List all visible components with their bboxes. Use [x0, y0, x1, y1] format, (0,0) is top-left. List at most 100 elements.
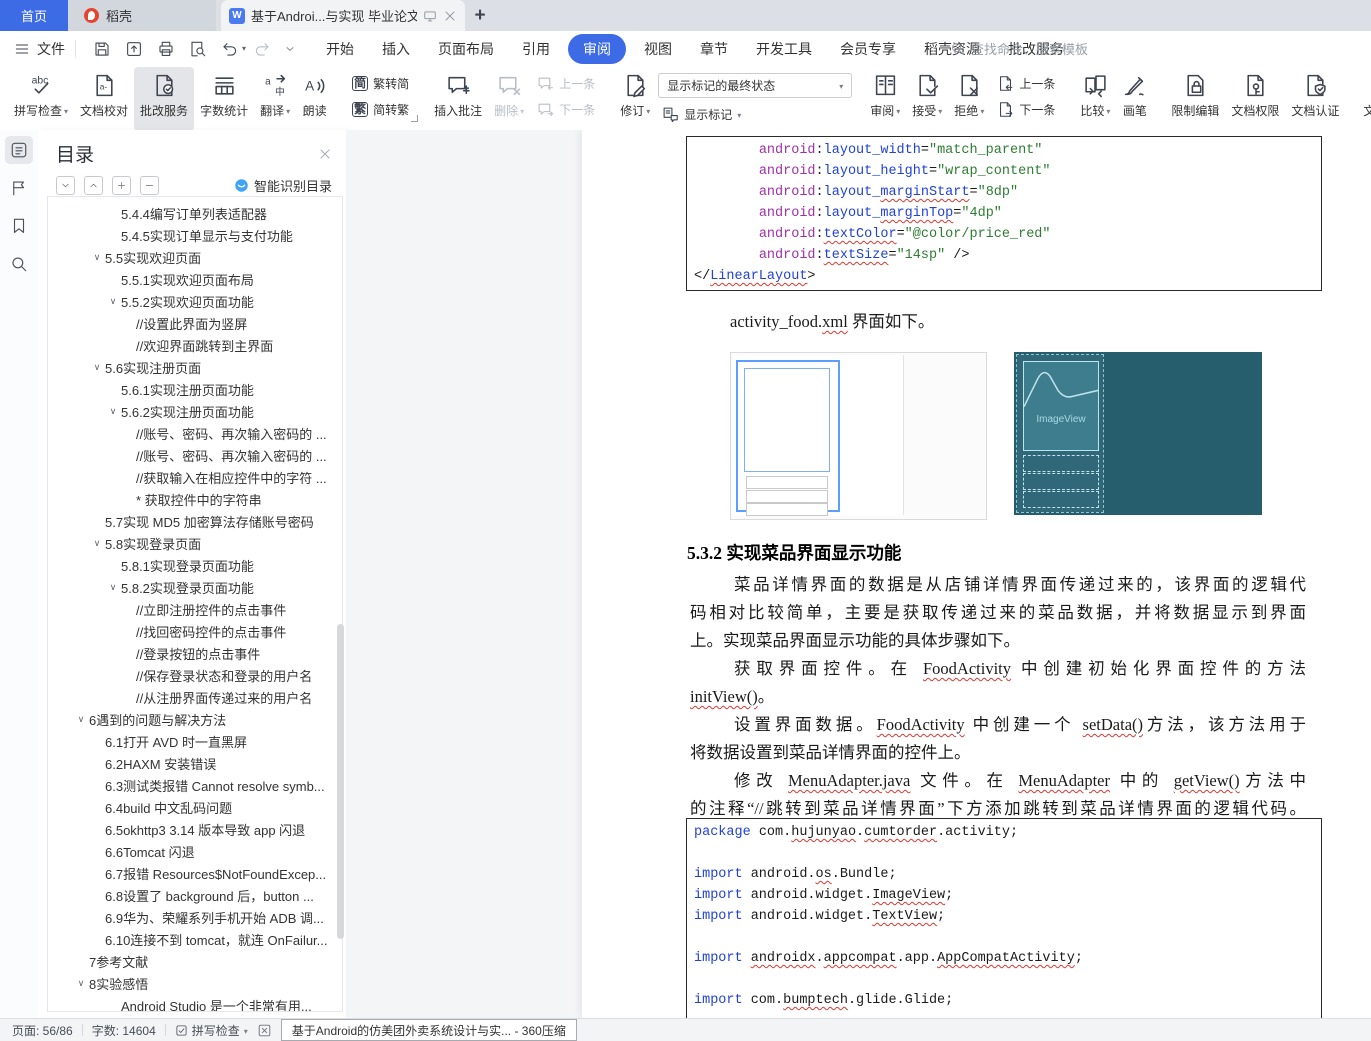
toc-item[interactable]: 6.8设置了 background 后，button ... [48, 884, 342, 906]
new-tab-button[interactable]: + [465, 0, 495, 31]
chevron-down-icon[interactable]: ∨ [89, 538, 105, 549]
print-preview-icon[interactable] [189, 40, 207, 58]
chevron-down-icon[interactable]: ∨ [105, 582, 121, 593]
menu-section[interactable]: 章节 [686, 35, 742, 63]
doc-permission-button[interactable]: 文档权限 [1225, 67, 1285, 131]
toc-item[interactable]: ∨ 8实验感悟 [48, 972, 342, 994]
toc-item[interactable]: //账号、密码、再次输入密码的 ... [48, 444, 342, 466]
toc-item[interactable]: //设置此界面为竖屏 [48, 312, 342, 334]
word-count-indicator[interactable]: 字数: 14604 [92, 1022, 156, 1039]
restrict-edit-button[interactable]: 限制编辑 [1165, 67, 1225, 131]
toc-item[interactable]: //立即注册控件的点击事件 [48, 598, 342, 620]
tab-docer[interactable]: 稻壳 [68, 0, 216, 31]
trad-to-simp-button[interactable]: 简 繁转简 [348, 71, 413, 96]
toc-item[interactable]: * 获取控件中的字符串 [48, 488, 342, 510]
undo-icon[interactable] [221, 40, 239, 58]
toc-item[interactable]: 5.4.5实现订单显示与支付功能 [48, 224, 342, 246]
tab-document[interactable]: W 基于Androi...与实现 毕业论文 [221, 0, 465, 31]
expand-all-button[interactable] [112, 176, 131, 195]
toc-item[interactable]: 6.9华为、荣耀系列手机开始 ADB 调... [48, 906, 342, 928]
toc-item[interactable]: ∨ 6遇到的问题与解决方法 [48, 708, 342, 730]
export-icon[interactable] [125, 40, 143, 58]
chevron-down-icon[interactable]: ∨ [73, 978, 89, 989]
tab-home[interactable]: 首页 [0, 0, 68, 31]
toc-item[interactable]: //登录按钮的点击事件 [48, 642, 342, 664]
close-icon[interactable] [318, 147, 332, 161]
menu-view[interactable]: 视图 [630, 35, 686, 63]
ink-brush-button[interactable]: 画笔 [1116, 67, 1153, 131]
chevron-down-icon[interactable]: ∨ [105, 406, 121, 417]
show-markup-button[interactable]: 显示标记 ▾ [658, 102, 852, 127]
next-change-button[interactable]: 下一条 [993, 97, 1059, 122]
menu-review-active[interactable]: 审阅 [568, 33, 627, 64]
menu-start[interactable]: 开始 [312, 35, 368, 63]
toc-item[interactable]: //从注册界面传递过来的用户名 [48, 686, 342, 708]
toc-item[interactable]: //账号、密码、再次输入密码的 ... [48, 422, 342, 444]
translate-button[interactable]: a中 翻译 ▾ [254, 67, 296, 131]
menu-dev-tools[interactable]: 开发工具 [742, 35, 826, 63]
collapse-toolbar-icon[interactable] [284, 43, 296, 55]
spell-check-toggle[interactable]: 拼写检查 ▾ [175, 1022, 248, 1039]
markup-state-dropdown[interactable]: 显示标记的最终状态 ▾ [658, 73, 853, 98]
delete-comment-button[interactable]: 删除 ▾ [488, 67, 530, 131]
collapse-all-button[interactable] [140, 176, 159, 195]
read-aloud-button[interactable]: A 朗读 [296, 67, 333, 131]
chevron-down-icon[interactable]: ∨ [89, 252, 105, 263]
chevron-down-icon[interactable]: ∨ [73, 714, 89, 725]
undo-caret[interactable]: ▾ [242, 44, 246, 53]
accept-button[interactable]: 接受 ▾ [906, 67, 948, 131]
toc-item[interactable]: ∨ 5.6实现注册页面 [48, 356, 342, 378]
smart-toc-button[interactable]: 智能识别目录 [234, 176, 332, 195]
track-changes-button[interactable]: 修订 ▾ [614, 67, 656, 131]
menu-member[interactable]: 会员专享 [826, 35, 910, 63]
toc-item[interactable]: 5.8.1实现登录页面功能 [48, 554, 342, 576]
insert-comment-button[interactable]: 插入批注 [428, 67, 488, 131]
toc-item[interactable]: 6.6Tomcat 闪退 [48, 840, 342, 862]
prev-change-button[interactable]: 上一条 [993, 71, 1059, 96]
spell-check-button[interactable]: abc 拼写检查 ▾ [8, 67, 74, 131]
proofread-button[interactable]: a- 文档校对 [74, 67, 134, 131]
toc-item[interactable]: 6.1打开 AVD 时一直黑屏 [48, 730, 342, 752]
toc-item[interactable]: 6.2HAXM 安装错误 [48, 752, 342, 774]
bookmark-panel-button[interactable] [5, 212, 33, 240]
toc-item[interactable]: //欢迎界面跳转到主界面 [48, 334, 342, 356]
print-icon[interactable] [157, 40, 175, 58]
toc-item[interactable]: ∨ 5.8实现登录页面 [48, 532, 342, 554]
review-pane-button[interactable]: 审阅 ▾ [864, 67, 906, 131]
toc-item[interactable]: //找回密码控件的点击事件 [48, 620, 342, 642]
next-comment-button[interactable]: 下一条 [533, 97, 599, 122]
toc-item[interactable]: 5.7实现 MD5 加密算法存储账号密码 [48, 510, 342, 532]
toc-item[interactable]: Android Studio 是一个非常有用... [48, 994, 342, 1012]
chevron-down-icon[interactable]: ∨ [105, 296, 121, 307]
reject-button[interactable]: 拒绝 ▾ [948, 67, 990, 131]
file-menu[interactable]: 文件 [14, 39, 65, 59]
save-icon[interactable] [93, 40, 111, 58]
toc-item[interactable]: 5.6.1实现注册页面功能 [48, 378, 342, 400]
toc-item[interactable]: 6.7报错 Resources$NotFoundExcep... [48, 862, 342, 884]
toc-item[interactable]: 6.5okhttp3 3.14 版本导致 app 闪退 [48, 818, 342, 840]
chevron-down-icon[interactable]: ∨ [89, 362, 105, 373]
collapse-up-button[interactable] [84, 176, 103, 195]
page-indicator[interactable]: 页面: 56/86 [12, 1022, 73, 1039]
word-count-button[interactable]: 字数统计 [194, 67, 254, 131]
redo-icon[interactable] [253, 40, 271, 58]
close-icon[interactable] [443, 9, 457, 23]
command-search[interactable]: 查找命令、搜索模板 [950, 39, 1088, 58]
doc-certify-button[interactable]: 文档认证 [1285, 67, 1345, 131]
toc-item[interactable]: 6.10连接不到 tomcat，就连 OnFailur... [48, 928, 342, 950]
flag-panel-button[interactable] [5, 174, 33, 202]
finalize-doc-button[interactable]: 文档定稿 [1357, 67, 1371, 131]
toc-item[interactable]: 5.5.1实现欢迎页面布局 [48, 268, 342, 290]
toc-item[interactable]: 6.4build 中文乱码问题 [48, 796, 342, 818]
dialog-launcher-icon[interactable] [411, 115, 419, 122]
toc-item[interactable]: 6.3测试类报错 Cannot resolve symb... [48, 774, 342, 796]
toc-item[interactable]: 7参考文献 [48, 950, 342, 972]
compare-button[interactable]: 比较 ▾ [1074, 67, 1116, 131]
document-page[interactable]: android:layout_width="match_parent" andr… [582, 130, 1371, 1019]
simp-to-trad-button[interactable]: 繁 简转繁 [348, 97, 413, 122]
grading-service-button[interactable]: 批改服务 [134, 67, 195, 131]
toc-item[interactable]: //获取输入在相应控件中的字符 ... [48, 466, 342, 488]
toc-item[interactable]: ∨ 5.6.2实现注册页面功能 [48, 400, 342, 422]
menu-reference[interactable]: 引用 [508, 35, 564, 63]
toc-item[interactable]: 5.4.4编写订单列表适配器 [48, 202, 342, 224]
